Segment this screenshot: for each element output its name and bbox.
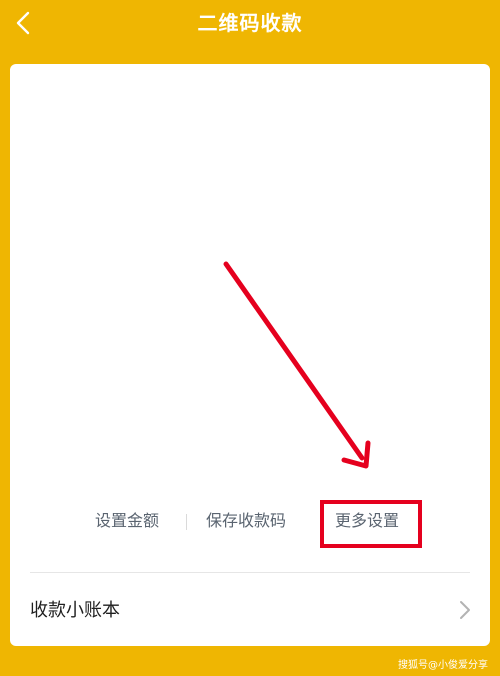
ledger-label: 收款小账本 xyxy=(30,600,120,621)
set-amount-link[interactable]: 设置金额 xyxy=(95,506,159,536)
top-bar: 二维码收款 xyxy=(0,0,500,46)
page-title: 二维码收款 xyxy=(197,11,303,35)
chevron-right-icon xyxy=(460,601,470,619)
watermark: 搜狐号@小俊爱分享 xyxy=(398,660,488,671)
qr-code-card xyxy=(10,64,490,646)
action-separator xyxy=(186,514,187,530)
ledger-row[interactable]: 收款小账本 xyxy=(10,574,490,644)
save-code-link[interactable]: 保存收款码 xyxy=(206,506,286,536)
action-bar: 设置金额 保存收款码 更多设置 xyxy=(0,506,500,536)
annotation-highlight-box xyxy=(320,500,422,548)
divider xyxy=(30,572,470,573)
